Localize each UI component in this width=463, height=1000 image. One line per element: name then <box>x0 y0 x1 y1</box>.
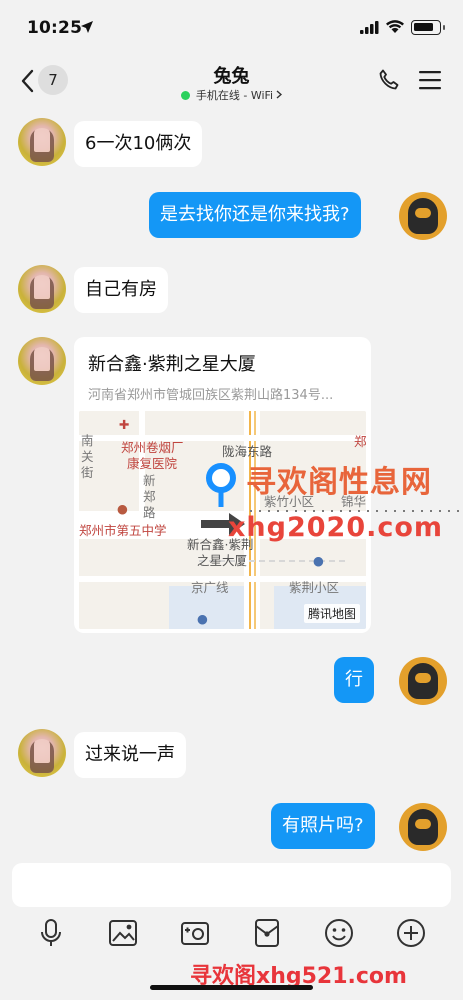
menu-icon[interactable] <box>419 70 441 90</box>
map-label: 康复医院 <box>127 456 178 471</box>
red-packet-icon[interactable] <box>251 917 283 949</box>
chevron-right-icon <box>276 90 283 99</box>
contact-avatar[interactable] <box>18 729 66 777</box>
message-bubble-outgoing[interactable]: 有照片吗? <box>271 803 375 849</box>
home-indicator <box>150 985 313 990</box>
map-label: 南关街 <box>81 433 94 480</box>
online-dot-icon <box>180 91 190 100</box>
map-label: 京广线 <box>191 580 229 595</box>
message-bubble-outgoing[interactable]: 是去找你还是你来找我? <box>149 192 361 238</box>
my-avatar[interactable] <box>399 192 447 240</box>
my-avatar[interactable] <box>399 803 447 851</box>
map-provider-logo: 腾讯地图 <box>303 604 360 623</box>
location-pin-icon <box>206 463 236 507</box>
map-label: 新郑路 <box>143 473 156 520</box>
watermark-text: xhg2020.com <box>228 512 444 543</box>
chat-header: 7 兔兔 手机在线 - WiFi <box>0 56 463 108</box>
online-status-text: 手机在线 - WiFi <box>195 89 274 102</box>
contact-avatar[interactable] <box>18 265 66 313</box>
message-bubble-incoming[interactable]: 6一次10俩次 <box>74 121 203 167</box>
map-label: 之星大厦 <box>197 553 248 568</box>
camera-icon[interactable] <box>179 917 211 949</box>
my-avatar[interactable] <box>399 657 447 705</box>
message-bubble-outgoing[interactable]: 行 <box>334 657 374 703</box>
contact-avatar[interactable] <box>18 118 66 166</box>
contact-avatar[interactable] <box>18 337 66 385</box>
hospital-icon: ✚ <box>119 417 130 432</box>
poi-icon: ● <box>197 611 208 626</box>
location-title: 新合鑫·紫荆之星大厦 <box>88 354 256 375</box>
school-icon: ● <box>117 501 128 516</box>
location-address: 河南省郑州市管城回族区紫荆山路134号... <box>88 388 334 403</box>
plus-icon[interactable] <box>395 917 427 949</box>
message-input[interactable] <box>12 863 451 907</box>
map-label: 郑 <box>354 434 366 449</box>
wifi-icon <box>386 20 404 33</box>
status-time: 10:25 <box>27 18 83 38</box>
location-arrow-icon <box>81 21 93 33</box>
phone-call-icon[interactable] <box>377 68 401 92</box>
message-bubble-incoming[interactable]: 自己有房 <box>74 267 168 313</box>
emoji-icon[interactable] <box>323 917 355 949</box>
message-bubble-incoming[interactable]: 过来说一声 <box>74 732 186 778</box>
status-bar: 10:25 <box>0 0 463 56</box>
microphone-icon[interactable] <box>35 917 67 949</box>
map-label: 郑州市第五中学 <box>79 523 167 538</box>
map-label: 紫荆小区 <box>289 580 340 595</box>
watermark-text: 寻欢阁性息网 <box>246 465 432 500</box>
battery-icon <box>411 20 445 35</box>
cellular-signal-icon <box>360 21 379 34</box>
image-icon[interactable] <box>107 917 139 949</box>
poi-icon: ● <box>313 553 324 568</box>
